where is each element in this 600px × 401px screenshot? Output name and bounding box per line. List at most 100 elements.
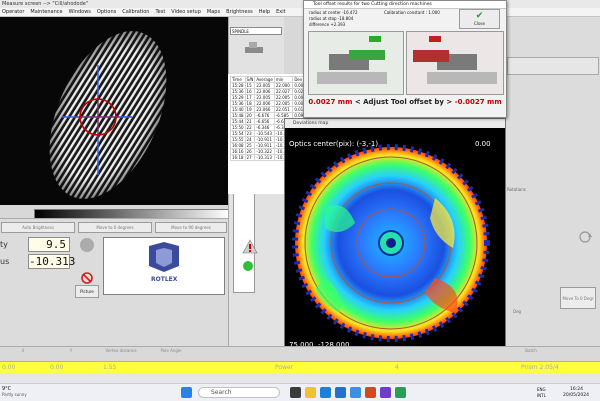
table-cell: 15:55 (230, 136, 246, 143)
right-toolbar (507, 57, 599, 75)
app2-icon[interactable] (380, 387, 391, 398)
clock-time[interactable]: 16:24 (570, 387, 583, 392)
deg-label: Deg (513, 309, 522, 314)
move-90-degrees-button[interactable]: Move to 90 degrees (155, 222, 227, 233)
hdr-batch: Batch (525, 348, 537, 353)
move-to-0-button[interactable]: Move To 0 Degr (560, 287, 596, 309)
warning-icon[interactable] (242, 239, 258, 255)
menu-maps[interactable]: Maps (207, 9, 220, 15)
right-panel: Rotations Move To 0 Degr Deg (505, 17, 600, 346)
offset-left-value: 0.0027 mm (308, 98, 353, 106)
table-row[interactable]: 15:29 17 22.005 22.005 0.001 (230, 94, 308, 101)
camera-view (0, 17, 228, 205)
weather-widget[interactable]: 9°C Partly sunny (2, 386, 52, 399)
deviation-map (285, 128, 505, 352)
move-0-degrees-button[interactable]: Move to 0 degrees (78, 222, 152, 233)
clock-date[interactable]: 20/05/2024 (563, 393, 589, 398)
status-dot (243, 261, 253, 271)
machine-image-right (406, 31, 504, 95)
menu-calibration[interactable]: Calibration (122, 9, 149, 15)
table-cell: 16:18 (230, 154, 246, 161)
menu-exit[interactable]: Exit (276, 9, 285, 15)
weather-desc: Partly sunny (2, 392, 27, 397)
close-button[interactable]: ✔ Close (459, 9, 500, 29)
table-cell: 16:08 (230, 142, 246, 149)
table-cell: -10.911 (254, 136, 275, 143)
rotate-label[interactable]: Rotations (507, 187, 537, 199)
table-cell: -10.322 (254, 148, 275, 155)
windows-start-icon[interactable] (181, 387, 192, 398)
table-cell: -10.911 (254, 142, 275, 149)
taskbar: 9°C Partly sunny Search ENG INTL 16:24 2… (0, 383, 600, 401)
menu-operator[interactable]: Operator (2, 9, 24, 15)
tool-row-2: radius at stop -18.804 (309, 16, 354, 21)
menu-windows[interactable]: Windows (69, 9, 91, 15)
table-row[interactable]: 15:36 18 22.006 22.005 0.005 (230, 100, 308, 107)
offset-right-value: -0.0027 mm (454, 98, 502, 106)
menu-help[interactable]: Help (259, 9, 270, 15)
task-view-icon[interactable] (290, 387, 301, 398)
mail-icon[interactable] (350, 387, 361, 398)
table-cell: 16:16 (230, 148, 246, 155)
table-cell: -10.313 (254, 154, 275, 161)
tool-offset-dialog[interactable]: Tool offset results for two Cutting dire… (303, 0, 507, 118)
calibration-constant: Calibration constant : 1.000 (384, 10, 440, 15)
tool-dialog-title: Tool offset results for two Cutting dire… (304, 1, 506, 9)
menu-brightness[interactable]: Brightness (226, 9, 253, 15)
status-circle-icon (80, 238, 94, 252)
menu-test[interactable]: Test (155, 9, 165, 15)
table-cell: 15:44 (230, 118, 246, 125)
table-row[interactable]: 15:28 15 22.005 22.000 0.005 (230, 82, 308, 89)
file-explorer-icon[interactable] (305, 387, 316, 398)
taskbar-search-input[interactable]: Search (198, 387, 280, 398)
menu-maintenance[interactable]: Maintenance (30, 9, 62, 15)
optics-center-label: Optics center(pix): (-3,-1) (289, 140, 379, 148)
check-icon: ✔ (475, 11, 484, 21)
menu-options[interactable]: Options (97, 9, 116, 15)
app-icon[interactable] (365, 387, 376, 398)
deviations-title: Deviations map (285, 119, 505, 128)
store-icon[interactable] (335, 387, 346, 398)
spindle-dropdown[interactable]: SPINDLE (230, 27, 282, 35)
table-cell: 15:40 (230, 106, 246, 113)
menu-video-setup[interactable]: Video setup (171, 9, 201, 15)
rotlex-logo (149, 242, 179, 272)
auto-brightness-button[interactable]: Auto Brightness (1, 222, 75, 233)
left-control-panel: Auto Brightness Move to 0 degrees Move t… (0, 218, 228, 347)
machine-icon (243, 39, 267, 57)
lang-top[interactable]: ENG (537, 387, 546, 392)
status-header-row: X Y Vertex distance Pole Angle Batch (0, 346, 600, 362)
table-row[interactable]: 15:36 16 22.006 22.027 0.022 (230, 88, 308, 95)
app3-icon[interactable] (395, 387, 406, 398)
hdr-pole-angle: Pole Angle (160, 348, 182, 353)
col-average-header: Average (254, 76, 275, 83)
table-cell: 15:36 (230, 88, 246, 95)
lang-bottom[interactable]: INTL (537, 393, 546, 398)
hdr-y: Y (69, 348, 73, 353)
fringe-image (0, 17, 228, 205)
rotlex-logo-box: ROTLEX (103, 237, 225, 295)
table-row[interactable]: 15:40 19 22.066 22.051 0.015 (230, 106, 308, 113)
machine-image-left (308, 31, 404, 95)
top-right-value: 0.00 (475, 140, 491, 148)
table-cell: 27 (244, 154, 256, 161)
hdr-vertex: Vertex distance (105, 348, 137, 353)
readout1-label: ty (0, 240, 8, 249)
table-cell: 15:48 (230, 112, 246, 119)
table-cell: 15:54 (230, 130, 246, 137)
offset-line: 0.0027 mm < Adjust Tool offset by > -0.0… (306, 98, 504, 106)
table-cell: 15:28 (230, 82, 246, 89)
logo-text: ROTLEX (151, 276, 178, 283)
lower-band (0, 373, 600, 383)
tool-row-3: difference +2.393 (309, 22, 346, 27)
picture-button[interactable]: Picture (75, 285, 99, 298)
readout2-label: us (0, 257, 10, 266)
rotate-icon[interactable] (577, 229, 593, 245)
offset-middle-text: < Adjust Tool offset by > (354, 98, 453, 106)
edge-browser-icon[interactable] (320, 387, 331, 398)
no-entry-icon[interactable] (78, 271, 96, 285)
table-cell: 15:50 (230, 124, 246, 131)
table-cell: 15:36 (230, 100, 246, 107)
deviations-map-window[interactable]: Deviations map Optics center(pix): (-3,-… (284, 118, 506, 353)
table-cell: -10.543 (254, 130, 275, 137)
